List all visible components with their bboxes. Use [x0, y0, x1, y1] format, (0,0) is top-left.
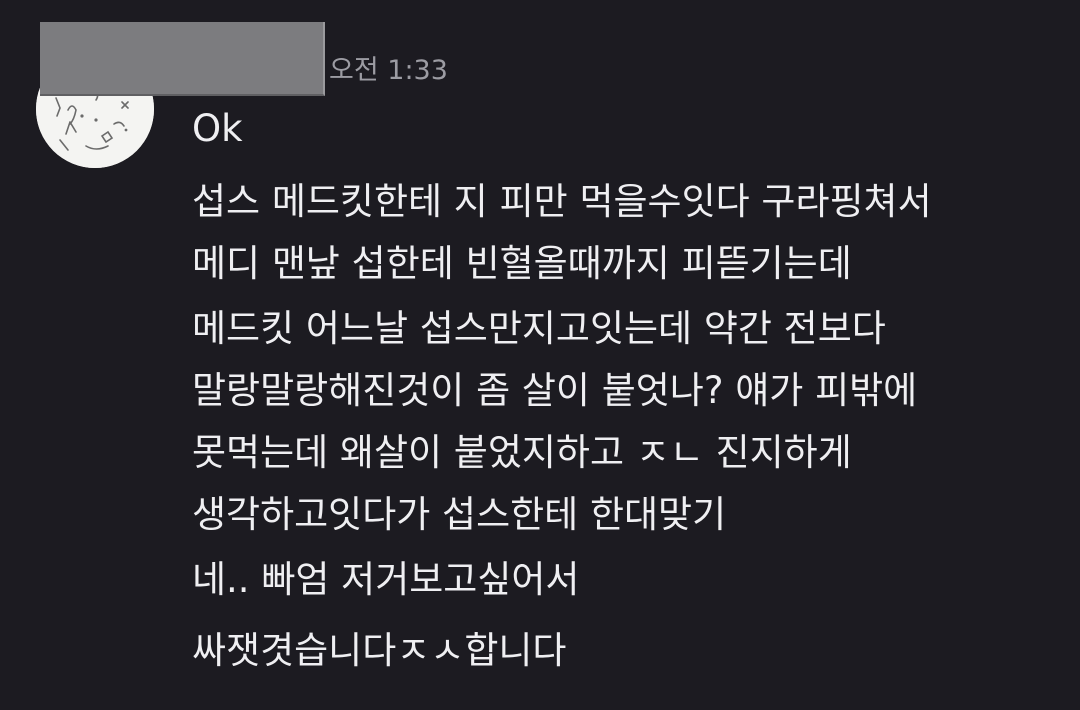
message-group: 오전 1:33 Ok 섭스 메드킷한테 지 피만 먹을수잇다 구라핑쳐서 메디 … [0, 0, 1080, 710]
chat-message: 싸잿겻습니다ㅈㅅ합니다 [192, 620, 566, 682]
message-line: 섭스 메드킷한테 지 피만 먹을수잇다 구라핑쳐서 [192, 180, 932, 223]
message-line: 못먹는데 왜살이 붙었지하고 ㅈㄴ 진지하게 [192, 431, 852, 474]
chat-message: 메드킷 어느날 섭스만지고잇는데 약간 전보다 말랑말랑해진것이 좀 살이 붙엇… [192, 298, 917, 546]
message-line: 말랑말랑해진것이 좀 살이 붙엇나? 얘가 피밖에 [192, 369, 918, 412]
message-line: 생각하고잇다가 섭스한테 한대맞기 [192, 493, 727, 536]
chat-message: Ok [192, 98, 243, 160]
message-line: Ok [192, 107, 243, 150]
message-line: 메드킷 어느날 섭스만지고잇는데 약간 전보다 [192, 307, 886, 350]
chat-message: 네.. 빠엄 저거보고싶어서 [192, 549, 579, 611]
message-line: 싸잿겻습니다ㅈㅅ합니다 [192, 629, 567, 672]
chat-message: 섭스 메드킷한테 지 피만 먹을수잇다 구라핑쳐서 메디 맨낲 섭한테 빈혈올때… [192, 171, 932, 295]
username-redaction [40, 22, 325, 96]
message-timestamp: 오전 1:33 [329, 55, 448, 86]
message-line: 메디 맨낲 섭한테 빈혈올때까지 피뜯기는데 [192, 242, 852, 285]
message-line: 네.. 빠엄 저거보고싶어서 [192, 558, 580, 601]
